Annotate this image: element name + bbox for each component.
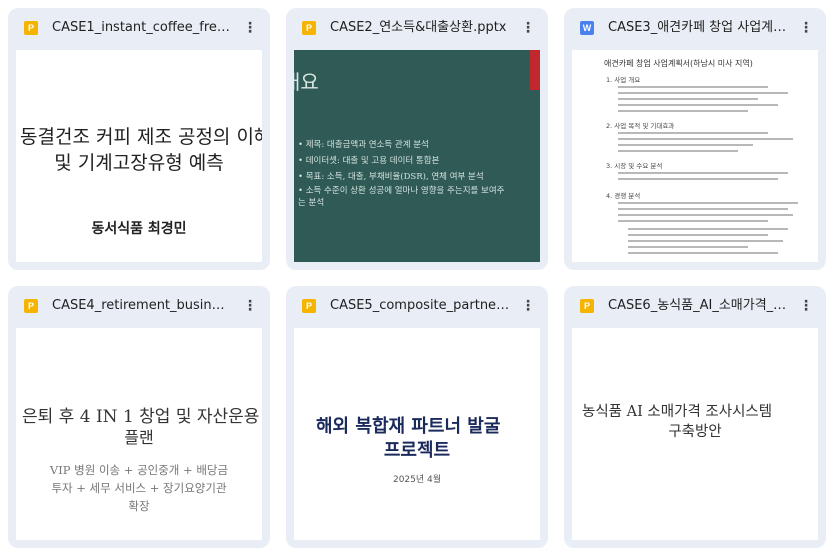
doc-text-line (618, 98, 758, 100)
doc-text-line (618, 178, 778, 180)
more-options-icon[interactable]: ⋮ (794, 16, 818, 40)
card-header: P CASE1_instant_coffee_freeze_... ⋮ (8, 8, 270, 48)
slide-title-line2: 구축방안 (668, 424, 722, 440)
file-thumbnail[interactable]: 동결건조 커피 제조 공정의 이해 및 기계고장유형 예측 동서식품 최경민 (16, 50, 262, 262)
slide-title-line1: 농식품 AI 소매가격 조사시스템 (582, 404, 773, 420)
doc-text-line (618, 214, 793, 216)
file-name[interactable]: CASE4_retirement_business_... (52, 296, 232, 316)
file-name[interactable]: CASE5_composite_partner_se... (330, 296, 510, 316)
doc-text-line (618, 208, 788, 210)
slide-bullet: • 제목: 대출금액과 연소득 관계 분석 (298, 140, 429, 150)
doc-text-line (618, 172, 788, 174)
file-thumbnail[interactable]: 해외 복합재 파트너 발굴 프로젝트 2025년 4월 (294, 328, 540, 540)
slides-file-icon: P (24, 299, 38, 313)
file-thumbnail[interactable]: 개요 • 제목: 대출금액과 연소득 관계 분석 • 데이터셋: 대출 및 고용… (294, 50, 540, 262)
card-header: P CASE6_농식품_AI_소매가격_조사... ⋮ (564, 286, 826, 326)
doc-text-line (618, 110, 748, 112)
doc-section: 1. 사업 개요 (606, 76, 641, 84)
more-options-icon[interactable]: ⋮ (516, 294, 540, 318)
slide-bullet: • 소득 수준이 상환 성공에 얼마나 영향을 주는지를 보여주는 분석 (298, 186, 505, 208)
doc-section: 3. 시장 및 수요 분석 (606, 162, 663, 170)
card-header: P CASE5_composite_partner_se... ⋮ (286, 286, 548, 326)
doc-section: 4. 경쟁 분석 (606, 192, 641, 200)
file-thumbnail[interactable]: 은퇴 후 4 IN 1 창업 및 자산운용 플랜 VIP 병원 이송 + 공인중… (16, 328, 262, 540)
slide-title-line2: 플랜 (124, 428, 154, 447)
file-name[interactable]: CASE2_연소득&대출상환.pptx (330, 18, 510, 38)
doc-text-line (618, 202, 798, 204)
file-card-case3[interactable]: W CASE3_애견카페 창업 사업계획서(... ⋮ 애견카페 창업 사업계획… (564, 8, 826, 270)
doc-text-line (618, 220, 768, 222)
more-options-icon[interactable]: ⋮ (238, 16, 262, 40)
doc-text-line (618, 132, 768, 134)
doc-text-line (618, 92, 788, 94)
file-card-case2[interactable]: P CASE2_연소득&대출상환.pptx ⋮ 개요 • 제목: 대출금액과 연… (286, 8, 548, 270)
doc-text-line (628, 246, 748, 248)
slides-file-icon: P (302, 299, 316, 313)
file-card-case1[interactable]: P CASE1_instant_coffee_freeze_... ⋮ 동결건조… (8, 8, 270, 270)
more-options-icon[interactable]: ⋮ (238, 294, 262, 318)
card-header: P CASE4_retirement_business_... ⋮ (8, 286, 270, 326)
more-options-icon[interactable]: ⋮ (516, 16, 540, 40)
doc-section: 2. 사업 목적 및 기대효과 (606, 122, 675, 130)
docs-file-icon: W (580, 21, 594, 35)
card-header: P CASE2_연소득&대출상환.pptx ⋮ (286, 8, 548, 48)
slide-title-line1: 동결건조 커피 제조 공정의 이해 (20, 126, 262, 148)
slide-subtitle-line3: 확장 (128, 499, 150, 513)
slides-file-icon: P (24, 21, 38, 35)
file-thumbnail[interactable]: 농식품 AI 소매가격 조사시스템 구축방안 (572, 328, 818, 540)
file-card-case4[interactable]: P CASE4_retirement_business_... ⋮ 은퇴 후 4… (8, 286, 270, 548)
slides-file-icon: P (302, 21, 316, 35)
file-card-case5[interactable]: P CASE5_composite_partner_se... ⋮ 해외 복합재… (286, 286, 548, 548)
slide-author: 동서식품 최경민 (91, 221, 187, 237)
doc-text-line (628, 252, 778, 254)
slide-date: 2025년 4월 (392, 475, 442, 485)
slide-subtitle-line1: VIP 병원 이송 + 공인중개 + 배당금 (49, 463, 229, 477)
slide-heading: 개요 (294, 70, 319, 94)
doc-text-line (618, 138, 793, 140)
more-options-icon[interactable]: ⋮ (794, 294, 818, 318)
doc-text-line (618, 144, 753, 146)
doc-text-line (618, 86, 768, 88)
file-card-case6[interactable]: P CASE6_농식품_AI_소매가격_조사... ⋮ 농식품 AI 소매가격 … (564, 286, 826, 548)
slide-bullet: • 데이터셋: 대출 및 고용 데이터 통합본 (298, 156, 440, 166)
file-thumbnail[interactable]: 애견카페 창업 사업계획서(하남시 미사 지역) 1. 사업 개요 2. 사업 … (572, 50, 818, 262)
slide-subtitle-line2: 투자 + 세무 서비스 + 장기요양기관 (51, 481, 227, 495)
file-name[interactable]: CASE1_instant_coffee_freeze_... (52, 18, 232, 38)
doc-text-line (618, 104, 778, 106)
slide-title-line1: 해외 복합재 파트너 발굴 (316, 416, 501, 437)
slide-title-line2: 및 기계고장유형 예측 (54, 152, 224, 174)
doc-text-line (628, 228, 788, 230)
slide-title-line2: 프로젝트 (383, 440, 451, 461)
slide-accent-bar (530, 50, 540, 90)
doc-text-line (628, 234, 768, 236)
file-name[interactable]: CASE6_농식품_AI_소매가격_조사... (608, 296, 788, 316)
file-name[interactable]: CASE3_애견카페 창업 사업계획서(... (608, 18, 788, 38)
doc-text-line (628, 240, 783, 242)
slides-file-icon: P (580, 299, 594, 313)
doc-title: 애견카페 창업 사업계획서(하남시 미사 지역) (604, 59, 753, 68)
card-header: W CASE3_애견카페 창업 사업계획서(... ⋮ (564, 8, 826, 48)
doc-text-line (618, 150, 738, 152)
slide-bullet: • 목표: 소득, 대출, 부채비율(DSR), 연체 여부 분석 (298, 172, 484, 182)
